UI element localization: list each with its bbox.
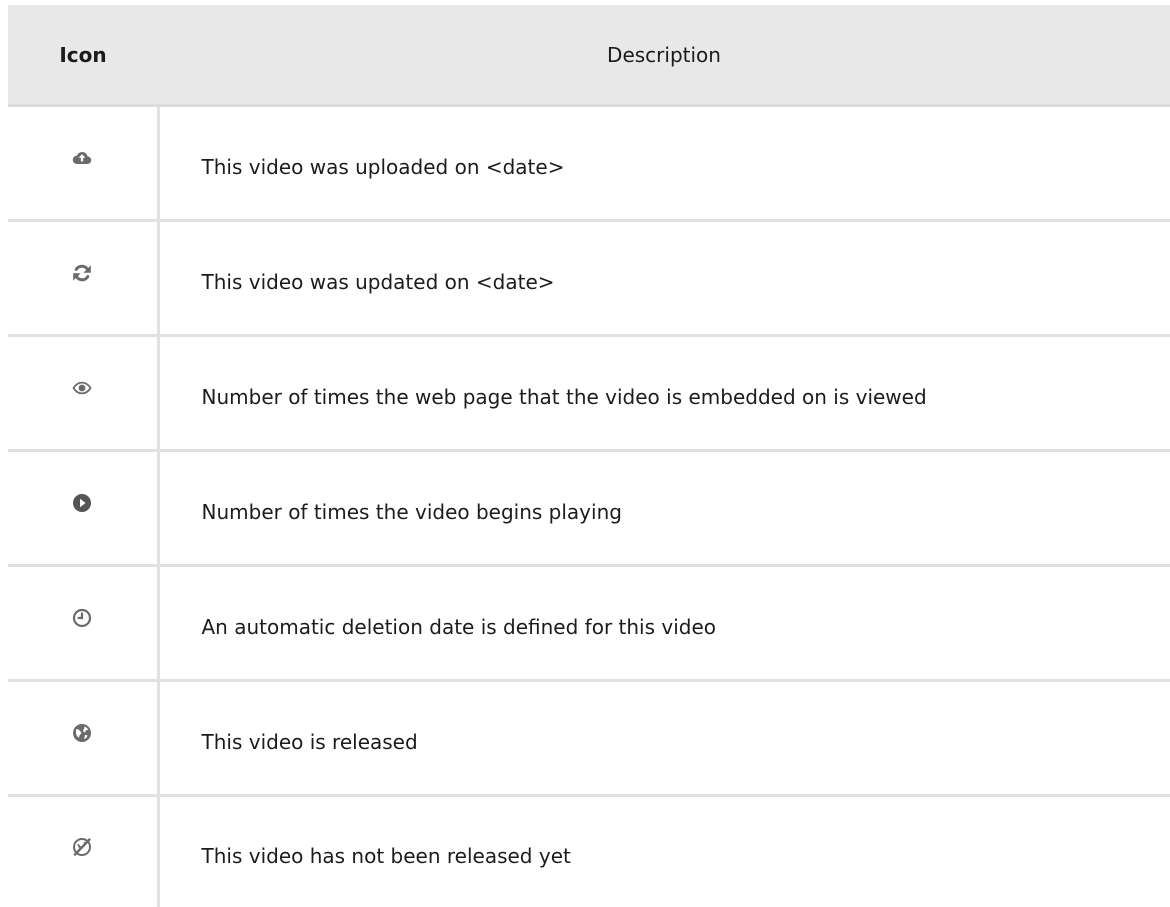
description-cell: This video was uploaded on <date>: [158, 106, 1170, 221]
table-row: This video has not been released yet: [8, 796, 1170, 907]
icon-cell: [8, 796, 158, 907]
table-row: This video was uploaded on <date>: [8, 106, 1170, 221]
icon-legend: Icon Description This video was uploaded…: [8, 5, 1170, 907]
header-row: Icon Description: [8, 5, 1170, 106]
play-circle-icon: [72, 493, 92, 513]
globe-icon: [72, 723, 92, 743]
description-cell: Number of times the video begins playing: [158, 451, 1170, 566]
description-cell: This video is released: [158, 681, 1170, 796]
table-body: This video was uploaded on <date> This v…: [8, 106, 1170, 907]
icon-cell: [8, 681, 158, 796]
icon-cell: [8, 451, 158, 566]
refresh-icon: [72, 263, 92, 283]
description-cell: This video has not been released yet: [158, 796, 1170, 907]
description-cell: An automatic deletion date is defined fo…: [158, 566, 1170, 681]
table-row: Number of times the web page that the vi…: [8, 336, 1170, 451]
table-row: An automatic deletion date is defined fo…: [8, 566, 1170, 681]
description-column-header: Description: [158, 5, 1170, 106]
icon-cell: [8, 221, 158, 336]
cloud-upload-icon: [72, 148, 92, 168]
icon-cell: [8, 106, 158, 221]
globe-off-icon: [72, 837, 92, 857]
icon-cell: [8, 336, 158, 451]
eye-icon: [72, 378, 92, 398]
icon-cell: [8, 566, 158, 681]
table-header: Icon Description: [8, 5, 1170, 106]
table-row: Number of times the video begins playing: [8, 451, 1170, 566]
table-row: This video was updated on <date>: [8, 221, 1170, 336]
icon-legend-table: Icon Description This video was uploaded…: [8, 5, 1170, 907]
icon-column-header: Icon: [8, 5, 158, 106]
description-cell: Number of times the web page that the vi…: [158, 336, 1170, 451]
description-cell: This video was updated on <date>: [158, 221, 1170, 336]
table-row: This video is released: [8, 681, 1170, 796]
clock-icon: [72, 608, 92, 628]
